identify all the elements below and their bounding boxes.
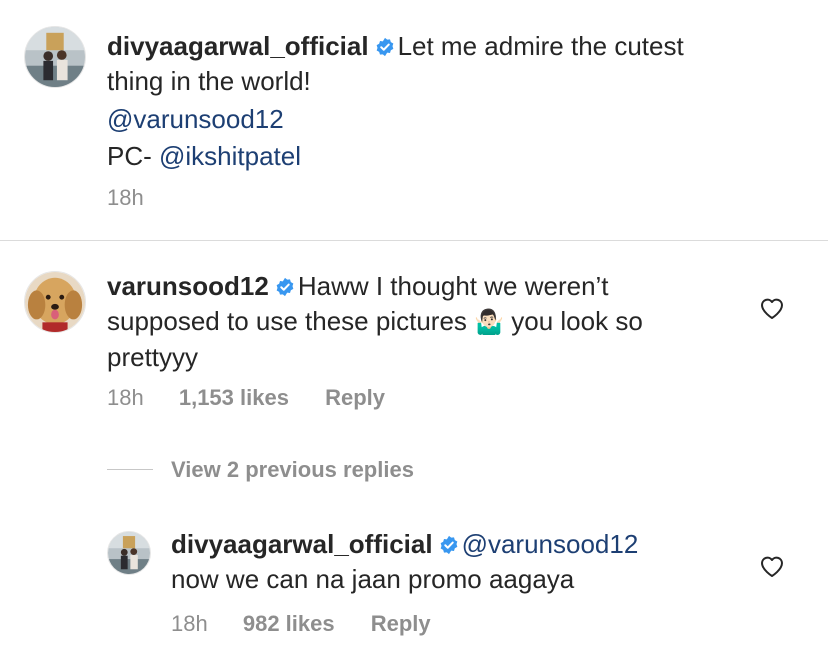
heart-outline-icon[interactable]: [759, 296, 785, 320]
caption-text-line1: Let me admire the cutest: [397, 31, 684, 61]
caption-username[interactable]: divyaagarwal_official: [107, 31, 369, 61]
comment-text-line2a: supposed to use these pictures: [107, 306, 467, 336]
reply-text-line2: now we can na jaan promo aagaya: [171, 564, 575, 594]
shrug-emoji: 🤷🏻‍♂️: [474, 309, 505, 336]
caption-pc-prefix: PC-: [107, 141, 159, 171]
caption-text-line2: thing in the world!: [107, 66, 311, 96]
comment-reply-button[interactable]: Reply: [325, 385, 385, 410]
reply-avatar[interactable]: [107, 531, 151, 575]
caption-text: divyaagarwal_official Let me admire the c…: [107, 29, 797, 174]
reply-meta: 18h 982 likes Reply: [171, 611, 431, 637]
reply-reply-button[interactable]: Reply: [371, 611, 431, 636]
avatar-photo: [25, 272, 85, 332]
caption-time: 18h: [107, 185, 144, 210]
divider: [0, 240, 828, 241]
verified-badge-icon: [375, 31, 395, 57]
verified-badge-icon: [275, 271, 295, 297]
comment-text-line2b: you look so: [511, 306, 643, 336]
comment-text-line1: Haww I thought we weren’t: [297, 271, 609, 301]
reply-username[interactable]: divyaagarwal_official: [171, 529, 433, 559]
caption-avatar[interactable]: [24, 26, 86, 88]
caption-pc-mention[interactable]: @ikshitpatel: [159, 141, 301, 171]
avatar-photo: [108, 532, 150, 574]
comment-text: varunsood12 Haww I thought we weren’t sup…: [107, 269, 747, 375]
reply-time: 18h: [171, 611, 208, 636]
replies-divider-line: [107, 469, 153, 470]
comment-meta: 18h 1,153 likes Reply: [107, 385, 385, 411]
view-previous-replies-button[interactable]: View 2 previous replies: [171, 457, 414, 483]
comment-avatar[interactable]: [24, 271, 86, 333]
comment-text-line3: prettyyy: [107, 342, 199, 372]
comment-likes[interactable]: 1,153 likes: [179, 385, 289, 410]
verified-badge-icon: [439, 529, 459, 555]
reply-mention[interactable]: @varunsood12: [462, 529, 639, 559]
reply-text: divyaagarwal_official @varunsood12 now we…: [171, 527, 751, 597]
reply-likes[interactable]: 982 likes: [243, 611, 335, 636]
comment-username[interactable]: varunsood12: [107, 271, 269, 301]
avatar-photo: [25, 27, 85, 87]
heart-outline-icon[interactable]: [759, 554, 785, 578]
caption-mention[interactable]: @varunsood12: [107, 102, 797, 137]
comment-time: 18h: [107, 385, 144, 410]
